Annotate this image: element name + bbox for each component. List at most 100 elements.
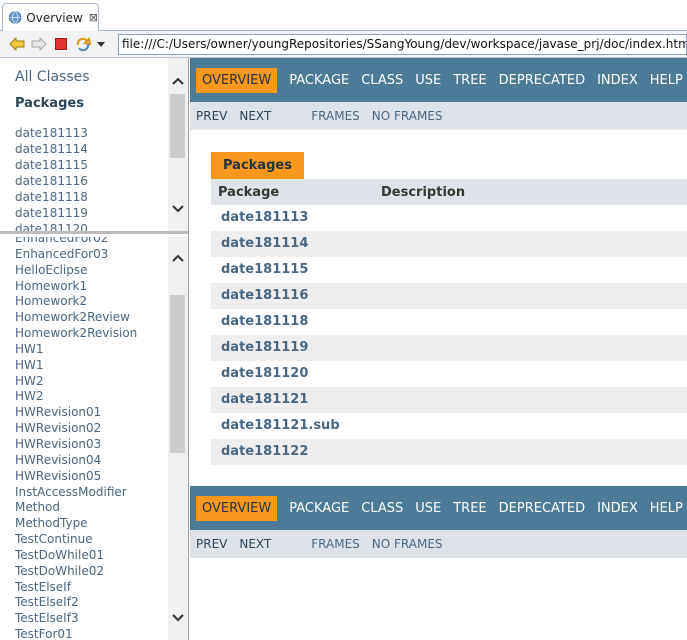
class-link[interactable]: Method bbox=[15, 500, 137, 516]
scroll-up-icon[interactable] bbox=[168, 249, 188, 267]
package-list-frame: All Classes Packages date181113 date1811… bbox=[0, 58, 188, 234]
package-scrollbar[interactable] bbox=[168, 58, 188, 231]
package-link[interactable]: date181114 bbox=[15, 141, 88, 157]
table-row[interactable]: date181119 bbox=[211, 335, 687, 361]
chevron-down-icon bbox=[97, 41, 105, 47]
class-link[interactable]: MethodType bbox=[15, 516, 137, 532]
editor-tab-label: Overview bbox=[26, 10, 83, 25]
forward-arrow-icon bbox=[31, 37, 47, 51]
class-link[interactable]: HWRevision03 bbox=[15, 437, 137, 453]
history-dropdown-button[interactable] bbox=[94, 33, 108, 55]
scrollbar-thumb[interactable] bbox=[170, 295, 185, 453]
class-link[interactable]: Homework2Review bbox=[15, 310, 137, 326]
nav-overview: OVERVIEW bbox=[196, 495, 278, 521]
class-link[interactable]: Homework2 bbox=[15, 294, 137, 310]
back-arrow-icon bbox=[9, 37, 25, 51]
class-link[interactable]: TestElseIf bbox=[15, 580, 137, 596]
nav-overview: OVERVIEW bbox=[196, 67, 278, 93]
nav-deprecated[interactable]: DEPRECATED bbox=[499, 73, 585, 88]
package-link[interactable]: date181113 bbox=[15, 125, 88, 141]
class-link[interactable]: InstAccessModifier bbox=[15, 485, 137, 501]
browser-toolbar: file:///C:/Users/owner/youngRepositories… bbox=[0, 31, 687, 58]
class-link[interactable]: EnhancedFor02 bbox=[15, 237, 137, 247]
class-link[interactable]: TestDoWhile02 bbox=[15, 564, 137, 580]
class-link[interactable]: HelloEclipse bbox=[15, 263, 137, 279]
nav-use: USE bbox=[415, 72, 442, 88]
nav-tree[interactable]: TREE bbox=[453, 73, 486, 88]
editor-tab-bar: Overview ⊠ bbox=[0, 0, 687, 31]
package-link[interactable]: date181119 bbox=[15, 205, 88, 221]
nav-index[interactable]: INDEX bbox=[597, 73, 638, 88]
all-classes-link[interactable]: All Classes bbox=[15, 69, 90, 85]
stop-icon bbox=[55, 38, 67, 50]
class-link[interactable]: Homework1 bbox=[15, 279, 137, 295]
class-link[interactable]: Homework2Revision bbox=[15, 326, 137, 342]
class-link[interactable]: HWRevision02 bbox=[15, 421, 137, 437]
class-link[interactable]: TestContinue bbox=[15, 532, 137, 548]
table-row[interactable]: date181113 bbox=[211, 205, 687, 231]
class-link[interactable]: TestElseIf2 bbox=[15, 595, 137, 611]
no-frames-link[interactable]: NO FRAMES bbox=[372, 109, 443, 123]
class-scrollbar[interactable] bbox=[168, 237, 188, 640]
nav-deprecated[interactable]: DEPRECATED bbox=[499, 501, 585, 516]
close-tab-icon[interactable]: ⊠ bbox=[89, 11, 98, 24]
class-link[interactable]: HWRevision05 bbox=[15, 469, 137, 485]
stop-button[interactable] bbox=[50, 33, 72, 55]
class-link[interactable]: HWRevision01 bbox=[15, 405, 137, 421]
bottom-navbar: OVERVIEW PACKAGE CLASS USE TREE DEPRECAT… bbox=[190, 486, 687, 530]
class-link[interactable]: HWRevision04 bbox=[15, 453, 137, 469]
class-link[interactable]: TestElseIf3 bbox=[15, 611, 137, 627]
table-row[interactable]: date181118 bbox=[211, 309, 687, 335]
scrollbar-thumb[interactable] bbox=[170, 94, 185, 158]
column-header-description: Description bbox=[381, 184, 466, 200]
prev-label: PREV bbox=[196, 109, 228, 123]
class-link[interactable]: HW1 bbox=[15, 342, 137, 358]
table-row[interactable]: date181120 bbox=[211, 361, 687, 387]
prev-label: PREV bbox=[196, 537, 228, 551]
overview-frame: OVERVIEW PACKAGE CLASS USE TREE DEPRECAT… bbox=[190, 58, 687, 640]
scroll-down-icon[interactable] bbox=[168, 609, 188, 627]
refresh-icon bbox=[76, 36, 91, 52]
class-link[interactable]: HW1 bbox=[15, 358, 137, 374]
nav-help[interactable]: HELP bbox=[650, 73, 683, 88]
package-link[interactable]: date181118 bbox=[15, 189, 88, 205]
next-label: NEXT bbox=[239, 537, 272, 551]
nav-tree[interactable]: TREE bbox=[453, 501, 486, 516]
forward-button[interactable] bbox=[28, 33, 50, 55]
table-row[interactable]: date181121 bbox=[211, 387, 687, 413]
nav-class: CLASS bbox=[361, 72, 404, 88]
scroll-up-icon[interactable] bbox=[168, 72, 188, 90]
class-link[interactable]: TestDoWhile01 bbox=[15, 548, 137, 564]
scroll-down-icon[interactable] bbox=[168, 200, 188, 218]
no-frames-link[interactable]: NO FRAMES bbox=[372, 537, 443, 551]
table-row[interactable]: date181114 bbox=[211, 231, 687, 257]
table-row[interactable]: date181122 bbox=[211, 439, 687, 465]
package-link[interactable]: date181120 bbox=[15, 221, 88, 231]
table-header: Package Description bbox=[211, 179, 687, 205]
frames-link[interactable]: FRAMES bbox=[311, 109, 360, 123]
class-link[interactable]: HW2 bbox=[15, 374, 137, 390]
globe-icon bbox=[8, 11, 22, 24]
class-list: EnhancedFor02 EnhancedFor03 HelloEclipse Ho… bbox=[15, 237, 137, 640]
packages-caption: Packages bbox=[211, 152, 304, 179]
nav-index[interactable]: INDEX bbox=[597, 501, 638, 516]
nav-package: PACKAGE bbox=[289, 72, 350, 88]
frames-link[interactable]: FRAMES bbox=[311, 537, 360, 551]
package-link[interactable]: date181116 bbox=[15, 173, 88, 189]
nav-use: USE bbox=[415, 500, 442, 516]
back-button[interactable] bbox=[6, 33, 28, 55]
nav-class: CLASS bbox=[361, 500, 404, 516]
refresh-button[interactable] bbox=[72, 33, 94, 55]
next-label: NEXT bbox=[239, 109, 272, 123]
nav-package: PACKAGE bbox=[289, 500, 350, 516]
table-row[interactable]: date181121.sub bbox=[211, 413, 687, 439]
table-row[interactable]: date181115 bbox=[211, 257, 687, 283]
editor-tab-overview[interactable]: Overview ⊠ bbox=[2, 3, 99, 31]
class-link[interactable]: TestFor01 bbox=[15, 627, 137, 640]
class-link[interactable]: EnhancedFor03 bbox=[15, 247, 137, 263]
address-bar[interactable]: file:///C:/Users/owner/youngRepositories… bbox=[118, 34, 687, 55]
package-link[interactable]: date181115 bbox=[15, 157, 88, 173]
class-link[interactable]: HW2 bbox=[15, 389, 137, 405]
table-row[interactable]: date181116 bbox=[211, 283, 687, 309]
nav-help[interactable]: HELP bbox=[650, 501, 683, 516]
